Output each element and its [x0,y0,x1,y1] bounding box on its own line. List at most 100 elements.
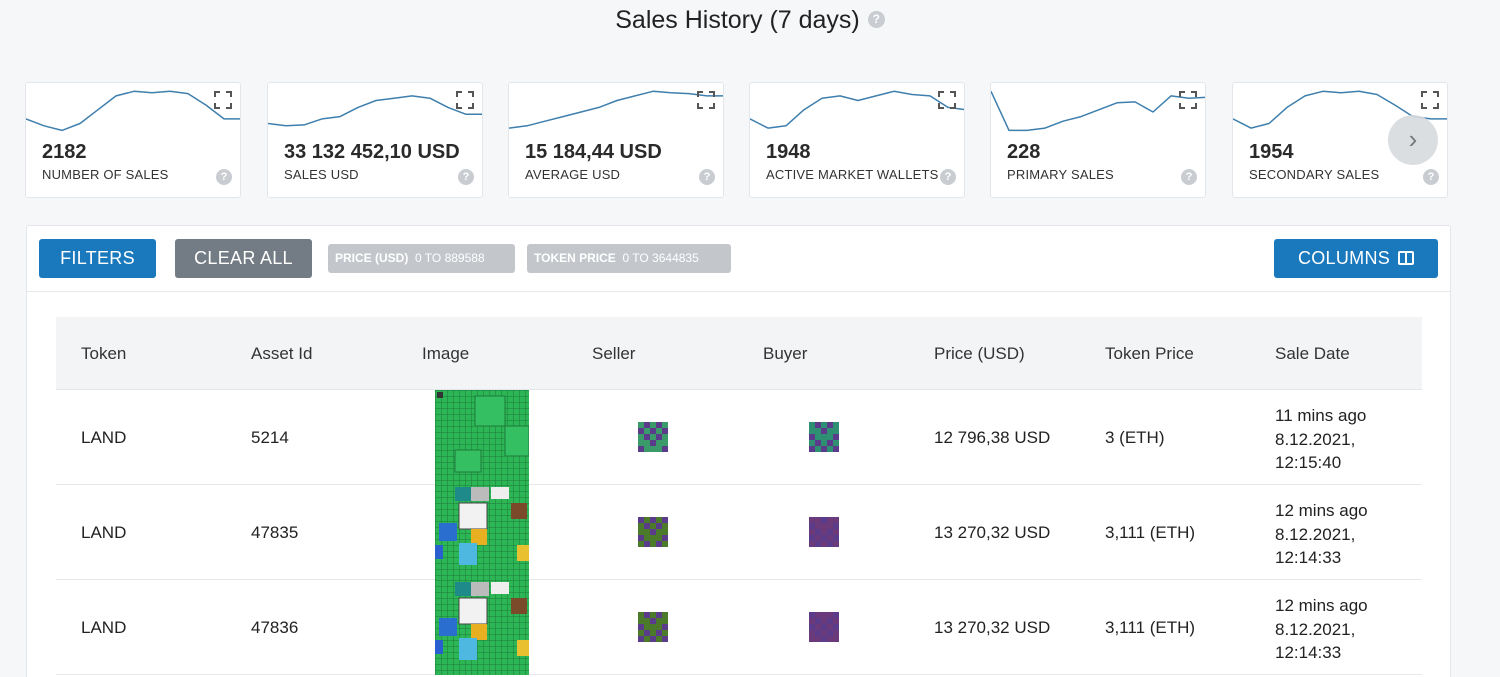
table-row[interactable]: LAND 47835 13 270,32 USD 3,111 (ETH) 12 … [56,485,1422,580]
table-header: Token Asset Id Image Seller Buyer Price … [56,317,1422,390]
stat-label: AVERAGE USD [525,167,621,182]
expand-icon[interactable] [938,91,956,109]
cell-price-usd: 13 270,32 USD [934,523,1051,542]
columns-label: COLUMNS [1297,248,1391,268]
sale-ago: 12 mins ago [1275,596,1368,615]
stat-card-primary-sales[interactable]: 228 PRIMARY SALES ? [990,82,1206,198]
stat-card-average-usd[interactable]: 15 184,44 USD AVERAGE USD ? [508,82,724,198]
chip-name: PRICE (USD) [335,251,409,265]
stats-cards: 2182 NUMBER OF SALES ? 33 132 452,10 USD… [25,82,1448,198]
cell-sale-date: 11 mins ago 8.12.2021, 12:15:40 [1275,404,1366,475]
seller-avatar[interactable] [638,517,668,547]
stat-value: 2182 [42,141,87,163]
stat-value: 1948 [766,141,811,163]
cell-token: LAND [81,428,127,447]
sale-date: 8.12.2021, [1275,429,1356,449]
seller-avatar[interactable] [638,422,668,452]
stat-value: 1954 [1249,141,1294,163]
expand-icon[interactable] [456,91,474,109]
page-title-text: Sales History (7 days) [615,6,860,34]
sales-table: Token Asset Id Image Seller Buyer Price … [56,317,1422,675]
toolbar: FILTERS CLEAR ALL PRICE (USD) 0 TO 88958… [27,226,1450,292]
column-header-image[interactable]: Image [422,317,469,390]
expand-icon[interactable] [1421,91,1439,109]
carousel-next-button[interactable]: › [1388,115,1438,165]
stat-value: 228 [1007,141,1041,163]
land-image[interactable] [435,485,529,580]
filter-chip-price-usd[interactable]: PRICE (USD) 0 TO 889588 [328,244,515,273]
columns-button[interactable]: COLUMNS [1274,239,1438,278]
sale-time: 12:14:33 [1275,548,1342,567]
stat-label: ACTIVE MARKET WALLETS [766,167,939,182]
sparkline-chart [991,90,1205,132]
land-image[interactable] [435,390,529,485]
stat-label: SALES USD [284,167,359,182]
sales-table-panel: FILTERS CLEAR ALL PRICE (USD) 0 TO 88958… [26,225,1451,677]
filters-button[interactable]: FILTERS [39,239,156,278]
sparkline-series [268,95,482,127]
stat-card-active-market-wallets[interactable]: 1948 ACTIVE MARKET WALLETS ? [749,82,965,198]
buyer-avatar[interactable] [809,517,839,547]
sparkline-series [991,90,1205,132]
cell-asset-id[interactable]: 5214 [251,390,289,485]
stat-value: 33 132 452,10 USD [284,141,460,163]
column-header-asset-id[interactable]: Asset Id [251,317,312,390]
column-header-token-price[interactable]: Token Price [1105,317,1194,390]
column-header-sale-date[interactable]: Sale Date [1275,317,1350,390]
sale-time: 12:15:40 [1275,453,1342,472]
help-icon[interactable]: ? [216,169,232,185]
expand-icon[interactable] [214,91,232,109]
help-icon[interactable]: ? [1423,169,1439,185]
expand-icon[interactable] [697,91,715,109]
sparkline-chart [26,90,240,132]
filter-chip-token-price[interactable]: TOKEN PRICE 0 TO 3644835 [527,244,731,273]
seller-avatar[interactable] [638,612,668,642]
help-icon[interactable]: ? [867,11,885,28]
chip-range: 0 TO 889588 [415,251,485,265]
sparkline-series [750,90,964,129]
table-row[interactable]: LAND 5214 12 796,38 USD 3 (ETH) 11 mins … [56,390,1422,485]
clear-all-button[interactable]: CLEAR ALL [175,239,312,278]
buyer-avatar[interactable] [809,612,839,642]
cell-sale-date: 12 mins ago 8.12.2021, 12:14:33 [1275,594,1368,665]
stat-label: SECONDARY SALES [1249,167,1380,182]
sale-time: 12:14:33 [1275,643,1342,662]
column-header-seller[interactable]: Seller [592,317,635,390]
chip-name: TOKEN PRICE [534,251,616,265]
sparkline-chart [268,95,482,127]
column-header-price-usd[interactable]: Price (USD) [934,317,1025,390]
expand-icon[interactable] [1179,91,1197,109]
stat-label: PRIMARY SALES [1007,167,1114,182]
land-image[interactable] [435,580,529,675]
sparkline-series [26,90,240,132]
table-row[interactable]: LAND 47836 13 270,32 USD 3,111 (ETH) 12 … [56,580,1422,675]
cell-token-price: 3 (ETH) [1105,428,1165,447]
sale-ago: 12 mins ago [1275,501,1368,520]
help-icon[interactable]: ? [940,169,956,185]
cell-token-price: 3,111 (ETH) [1105,523,1196,542]
stat-card-sales-usd[interactable]: 33 132 452,10 USD SALES USD ? [267,82,483,198]
cell-token-price: 3,111 (ETH) [1105,618,1196,637]
buyer-avatar[interactable] [809,422,839,452]
help-icon[interactable]: ? [699,169,715,185]
page-title: Sales History (7 days)? [0,6,1500,35]
cell-price-usd: 12 796,38 USD [934,428,1051,447]
sale-date: 8.12.2021, [1275,524,1356,544]
chip-range: 0 TO 3644835 [622,251,699,265]
sparkline-chart [509,90,723,129]
column-header-token[interactable]: Token [81,317,126,390]
cell-price-usd: 13 270,32 USD [934,618,1051,637]
stat-value: 15 184,44 USD [525,141,662,163]
cell-token: LAND [81,523,127,542]
cell-token: LAND [81,618,127,637]
stat-card-number-of-sales[interactable]: 2182 NUMBER OF SALES ? [25,82,241,198]
help-icon[interactable]: ? [458,169,474,185]
cell-asset-id[interactable]: 47835 [251,485,298,580]
cell-sale-date: 12 mins ago 8.12.2021, 12:14:33 [1275,499,1368,570]
sparkline-series [509,90,723,129]
help-icon[interactable]: ? [1181,169,1197,185]
cell-asset-id[interactable]: 47836 [251,580,298,675]
sale-ago: 11 mins ago [1275,406,1367,425]
stat-label: NUMBER OF SALES [42,167,169,182]
column-header-buyer[interactable]: Buyer [763,317,807,390]
